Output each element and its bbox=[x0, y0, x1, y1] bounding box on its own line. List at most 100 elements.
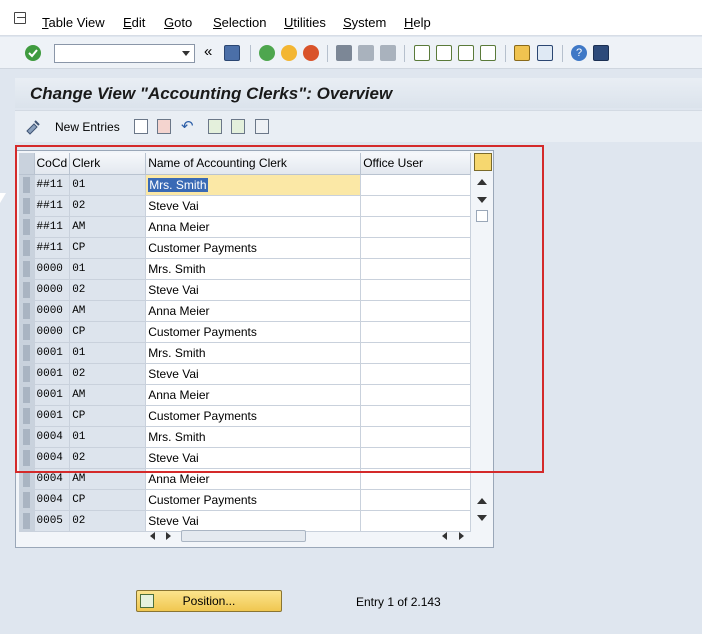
row-selector[interactable] bbox=[19, 405, 35, 427]
row-selector[interactable] bbox=[19, 342, 35, 364]
row-selector[interactable] bbox=[19, 321, 35, 343]
cell-office-user[interactable] bbox=[360, 468, 472, 490]
row-selector[interactable] bbox=[19, 195, 35, 217]
row-selector[interactable] bbox=[19, 363, 35, 385]
cell-clerk[interactable]: 02 bbox=[69, 279, 147, 301]
row-selector[interactable] bbox=[19, 237, 35, 259]
cell-office-user[interactable] bbox=[360, 363, 472, 385]
cell-clerk[interactable]: 02 bbox=[69, 510, 147, 532]
copy-icon[interactable] bbox=[134, 119, 148, 134]
previous-page-icon[interactable] bbox=[436, 45, 452, 61]
cell-clerk[interactable]: AM bbox=[69, 384, 147, 406]
chevron-down-icon[interactable] bbox=[182, 51, 190, 56]
menu-system[interactable]: System bbox=[343, 15, 386, 30]
cell-name[interactable]: Anna Meier bbox=[145, 384, 362, 406]
cell-office-user[interactable] bbox=[360, 426, 472, 448]
vertical-scroll-thumb[interactable] bbox=[476, 210, 488, 222]
table-row[interactable]: ##11 AM Anna Meier bbox=[19, 216, 472, 238]
print-icon[interactable] bbox=[336, 45, 352, 61]
horizontal-scrollbar[interactable] bbox=[146, 529, 466, 543]
exit-icon[interactable] bbox=[281, 45, 297, 61]
display-change-icon[interactable] bbox=[25, 119, 40, 135]
cell-name[interactable]: Customer Payments bbox=[145, 489, 362, 511]
cell-cocd[interactable]: 0000 bbox=[34, 300, 71, 322]
cell-cocd[interactable]: 0001 bbox=[34, 384, 71, 406]
enter-icon[interactable] bbox=[25, 45, 41, 61]
table-row[interactable]: 0000 AM Anna Meier bbox=[19, 300, 472, 322]
first-page-icon[interactable] bbox=[414, 45, 430, 61]
system-menu-icon[interactable] bbox=[14, 12, 26, 24]
table-row[interactable]: 0004 01 Mrs. Smith bbox=[19, 426, 472, 448]
row-selector[interactable] bbox=[19, 447, 35, 469]
cell-name[interactable]: Steve Vai bbox=[145, 510, 362, 532]
table-row[interactable]: ##11 01 Mrs. Smith bbox=[19, 174, 472, 196]
menu-table-view[interactable]: Table View bbox=[42, 15, 105, 30]
cell-office-user[interactable] bbox=[360, 258, 472, 280]
cell-cocd[interactable]: 0000 bbox=[34, 321, 71, 343]
row-selector[interactable] bbox=[19, 174, 35, 196]
table-row[interactable]: 0004 02 Steve Vai bbox=[19, 447, 472, 469]
cell-office-user[interactable] bbox=[360, 342, 472, 364]
new-entries-button[interactable]: New Entries bbox=[55, 120, 120, 134]
cell-office-user[interactable] bbox=[360, 489, 472, 511]
row-selector[interactable] bbox=[19, 489, 35, 511]
cell-cocd[interactable]: ##11 bbox=[34, 195, 71, 217]
table-row[interactable]: 0001 02 Steve Vai bbox=[19, 363, 472, 385]
row-selector[interactable] bbox=[19, 426, 35, 448]
cell-cocd[interactable]: 0000 bbox=[34, 258, 71, 280]
scroll-down-icon[interactable] bbox=[477, 197, 487, 203]
cell-name[interactable]: Customer Payments bbox=[145, 405, 362, 427]
row-selector[interactable] bbox=[19, 510, 35, 532]
delete-icon[interactable] bbox=[157, 119, 171, 134]
table-row[interactable]: 0004 CP Customer Payments bbox=[19, 489, 472, 511]
table-row[interactable]: 0005 02 Steve Vai bbox=[19, 510, 472, 532]
cell-office-user[interactable] bbox=[360, 237, 472, 259]
cell-clerk[interactable]: CP bbox=[69, 405, 147, 427]
cell-name[interactable]: Mrs. Smith bbox=[145, 426, 362, 448]
cell-clerk[interactable]: AM bbox=[69, 300, 147, 322]
cancel-icon[interactable] bbox=[303, 45, 319, 61]
cell-name[interactable]: Customer Payments bbox=[145, 237, 362, 259]
cell-name[interactable]: Anna Meier bbox=[145, 300, 362, 322]
column-header-office-user[interactable]: Office User bbox=[360, 153, 472, 175]
table-row[interactable]: 0001 CP Customer Payments bbox=[19, 405, 472, 427]
table-row[interactable]: 0000 02 Steve Vai bbox=[19, 279, 472, 301]
cell-name[interactable]: Anna Meier bbox=[145, 216, 362, 238]
find-next-icon[interactable] bbox=[380, 45, 396, 61]
cell-clerk[interactable]: 02 bbox=[69, 195, 147, 217]
find-icon[interactable] bbox=[358, 45, 374, 61]
horizontal-scroll-thumb[interactable] bbox=[181, 530, 306, 542]
cell-name[interactable]: Mrs. Smith bbox=[145, 174, 362, 196]
column-header-cocd[interactable]: CoCd bbox=[34, 153, 71, 175]
scroll-right-icon[interactable] bbox=[166, 532, 171, 540]
command-field[interactable] bbox=[54, 44, 195, 63]
scroll-down-bottom-icon[interactable] bbox=[477, 515, 487, 521]
cell-name[interactable]: Anna Meier bbox=[145, 468, 362, 490]
cell-office-user[interactable] bbox=[360, 384, 472, 406]
select-all-column-header[interactable] bbox=[19, 153, 35, 175]
layout-icon[interactable] bbox=[593, 45, 609, 61]
deselect-all-icon[interactable] bbox=[255, 119, 269, 134]
cell-office-user[interactable] bbox=[360, 279, 472, 301]
cell-office-user[interactable] bbox=[360, 300, 472, 322]
next-page-icon[interactable] bbox=[458, 45, 474, 61]
scroll-up-icon[interactable] bbox=[477, 179, 487, 185]
shortcut-icon[interactable] bbox=[537, 45, 553, 61]
cell-cocd[interactable]: 0001 bbox=[34, 405, 71, 427]
scroll-right-end-icon[interactable] bbox=[459, 532, 464, 540]
cell-clerk[interactable]: 01 bbox=[69, 174, 147, 196]
cell-name[interactable]: Steve Vai bbox=[145, 447, 362, 469]
cell-cocd[interactable]: ##11 bbox=[34, 216, 71, 238]
menu-edit[interactable]: Edit bbox=[123, 15, 145, 30]
row-selector[interactable] bbox=[19, 300, 35, 322]
table-row[interactable]: ##11 CP Customer Payments bbox=[19, 237, 472, 259]
cell-office-user[interactable] bbox=[360, 447, 472, 469]
cell-clerk[interactable]: CP bbox=[69, 489, 147, 511]
create-session-icon[interactable] bbox=[514, 45, 530, 61]
vertical-scrollbar[interactable] bbox=[474, 175, 490, 524]
table-row[interactable]: ##11 02 Steve Vai bbox=[19, 195, 472, 217]
cell-clerk[interactable]: CP bbox=[69, 237, 147, 259]
cell-name[interactable]: Steve Vai bbox=[145, 195, 362, 217]
cell-name[interactable]: Customer Payments bbox=[145, 321, 362, 343]
select-all-icon[interactable] bbox=[208, 119, 222, 134]
